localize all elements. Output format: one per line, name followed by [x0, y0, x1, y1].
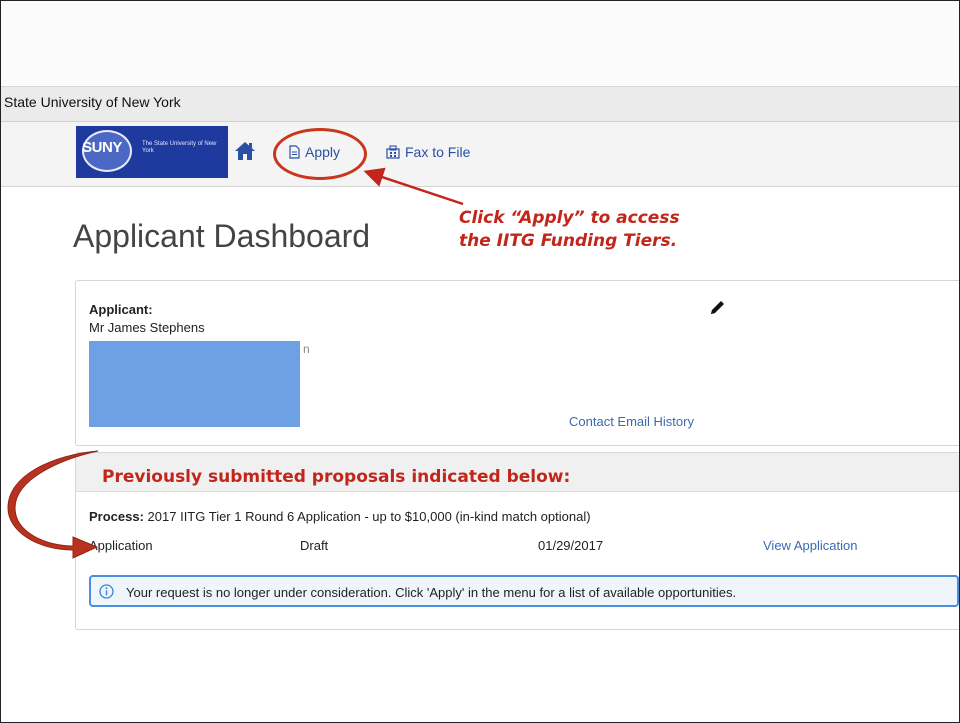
slide: State University of New York SUNY The St…	[0, 0, 960, 723]
curved-pointer-arrow	[7, 450, 99, 559]
callout-arrow	[363, 167, 464, 206]
annotation-overlay	[7, 167, 464, 559]
